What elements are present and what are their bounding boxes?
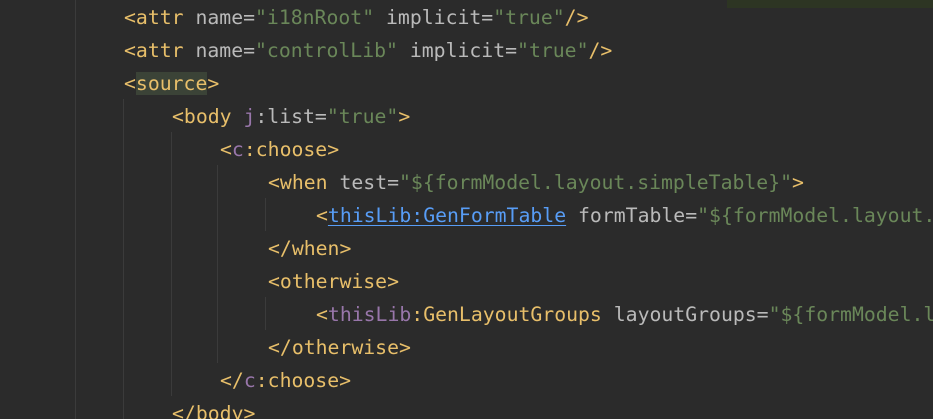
code-token: <attr [124, 6, 196, 29]
code-token: <body [172, 105, 244, 128]
code-token: name= [195, 6, 256, 29]
code-token: </when> [268, 237, 352, 260]
code-token: < [220, 138, 232, 161]
indent-guide [265, 198, 266, 231]
code-token: thisLib [327, 303, 412, 326]
indent-guide [75, 0, 76, 419]
code-token: test= [339, 171, 400, 194]
code-token: <when [268, 171, 340, 194]
code-token: :choose> [243, 138, 340, 161]
code-token: layoutGroups= [613, 303, 769, 326]
code-line[interactable]: <body j:list="true"> [172, 100, 410, 133]
code-token: "controlLib" [255, 39, 398, 62]
code-token: > [792, 171, 804, 194]
minimap-corner [727, 0, 933, 8]
code-line[interactable]: <otherwise> [268, 265, 399, 298]
code-token: :choose> [255, 369, 352, 392]
code-token: implicit= [374, 6, 494, 29]
indent-guide [265, 297, 266, 330]
code-line[interactable]: <attr name="i18nRoot" implicit="true"/> [124, 1, 589, 34]
indent-guide [171, 132, 172, 396]
code-token: < [124, 72, 136, 95]
code-token: formTable= [566, 204, 698, 227]
code-token: "${formModel.l [768, 303, 933, 326]
code-token: < [316, 303, 328, 326]
code-link[interactable]: thisLib:GenFormTable [328, 204, 566, 227]
code-token: > [207, 72, 220, 95]
code-line[interactable]: </when> [268, 232, 351, 265]
code-line[interactable]: <c:choose> [220, 133, 339, 166]
code-line[interactable]: <thisLib:GenFormTable formTable="${formM… [316, 199, 933, 232]
code-line[interactable]: <when test="${formModel.layout.simpleTab… [268, 166, 804, 199]
code-token: </body> [172, 402, 256, 419]
code-line[interactable]: <thisLib:GenLayoutGroups layoutGroups="$… [316, 298, 933, 331]
code-line[interactable]: </c:choose> [220, 364, 351, 397]
code-token: "true" [326, 105, 399, 128]
code-token: "true" [493, 6, 565, 29]
indent-guide [123, 99, 124, 419]
code-editor[interactable]: <attr name="i18nRoot" implicit="true"/> <… [0, 0, 933, 419]
code-token: </ [220, 369, 244, 392]
code-token: c [231, 138, 244, 161]
code-line[interactable]: </otherwise> [268, 331, 411, 364]
code-token: "i18nRoot" [255, 6, 375, 29]
code-token: implicit= [397, 39, 518, 62]
code-line[interactable]: <attr name="controlLib" implicit="true"/… [124, 34, 612, 67]
code-token: > [398, 105, 411, 128]
code-token: </otherwise> [268, 336, 411, 359]
code-token: "${formModel.layout. [697, 204, 933, 227]
code-line[interactable]: </body> [172, 397, 255, 419]
code-token: < [316, 204, 328, 227]
code-token: /> [564, 6, 589, 29]
code-token: /> [588, 39, 613, 62]
indent-guide [217, 165, 218, 363]
code-token: name= [195, 39, 256, 62]
code-line[interactable]: <source> [124, 67, 219, 100]
code-token: c [243, 369, 256, 392]
code-token: j [243, 105, 256, 128]
code-token: <otherwise> [268, 270, 400, 293]
code-token: :GenLayoutGroups [411, 303, 614, 326]
code-token: source [135, 72, 208, 95]
code-token: "${formModel.layout.simpleTable}" [399, 171, 793, 194]
code-token: <attr [124, 39, 196, 62]
code-token: :list= [255, 105, 327, 128]
code-token: "true" [517, 39, 589, 62]
